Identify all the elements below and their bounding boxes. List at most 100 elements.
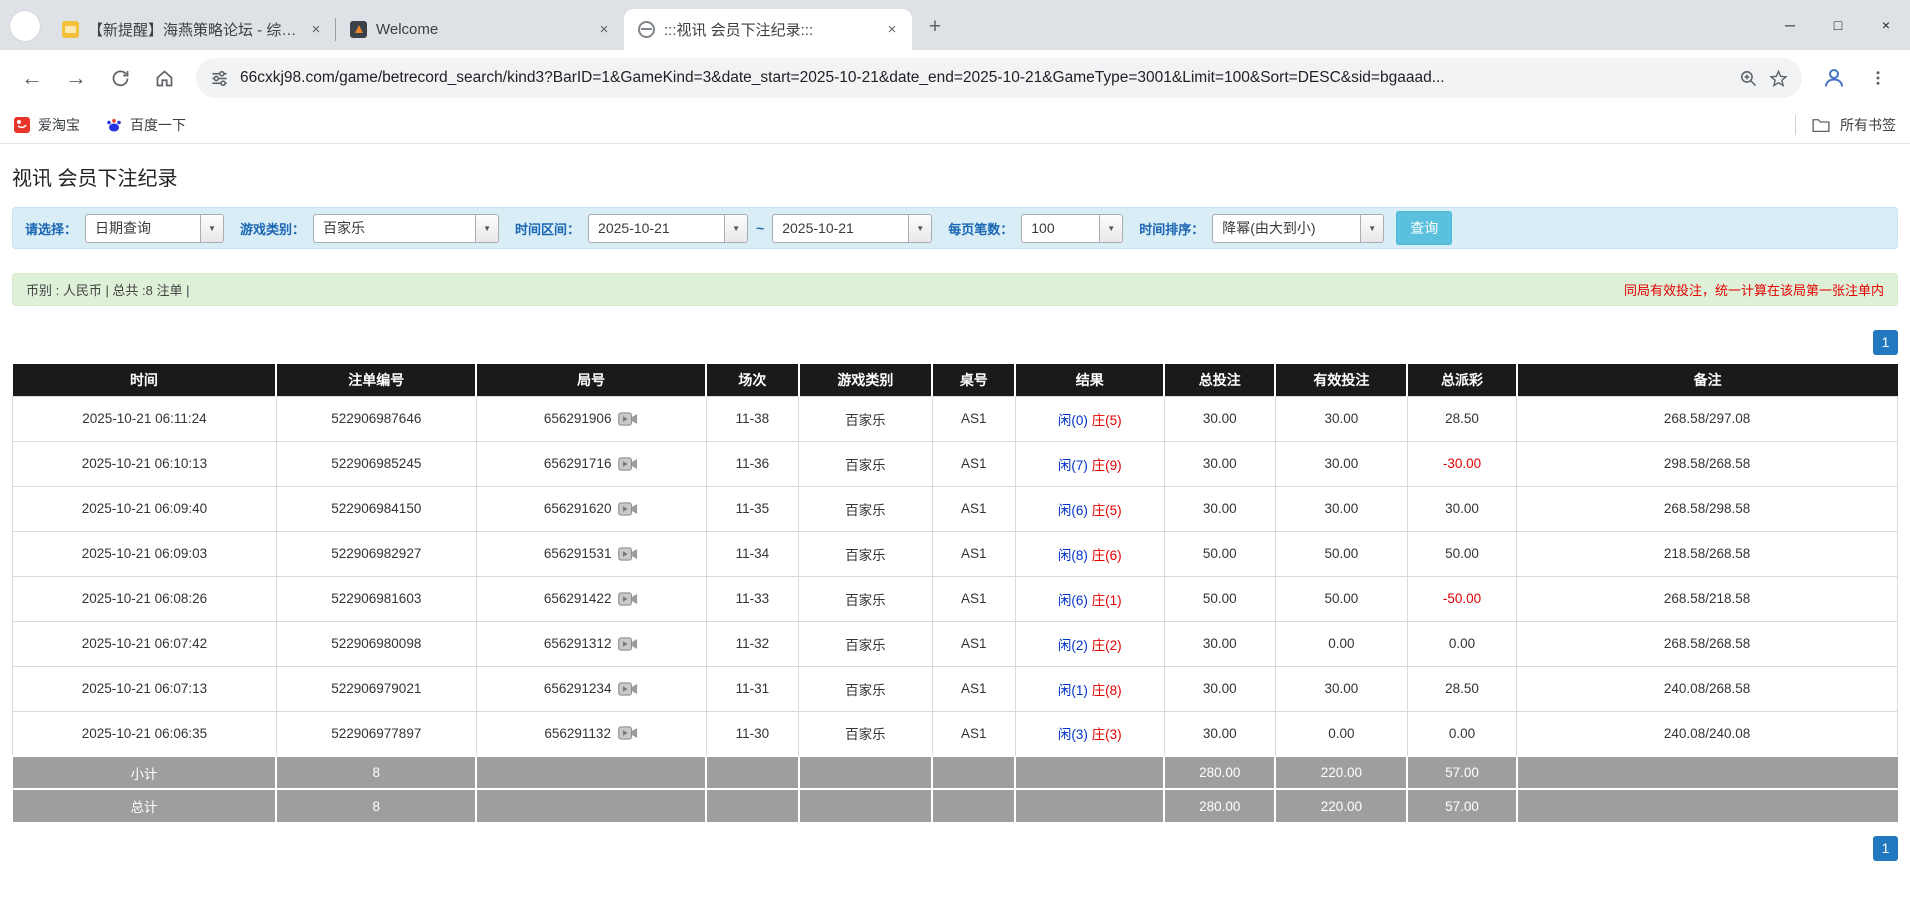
page-number-button[interactable]: 1 [1873,330,1898,355]
back-button[interactable]: ← [12,58,52,98]
chevron-down-icon[interactable] [908,214,932,242]
cell-note: 240.08/240.08 [1516,710,1898,757]
tab-close-icon[interactable]: × [882,20,902,40]
close-button[interactable]: × [1862,0,1910,50]
cell-bet-id: 522906977897 [275,710,477,757]
cell-total-bet[interactable]: 30.00 [1163,710,1276,757]
cell-game-type: 百家乐 [798,665,933,712]
cell-time: 2025-10-21 06:09:40 [12,485,277,532]
cell-result: 闲(0) 庄(5) [1014,395,1165,442]
forward-button[interactable]: → [56,58,96,98]
player-result: 闲(2) [1057,637,1088,653]
cell-total-bet[interactable]: 30.00 [1163,665,1276,712]
cell-session: 11-33 [705,575,800,622]
sort-label: 时间排序： [1139,221,1205,237]
url-text[interactable]: 66cxkj98.com/game/betrecord_search/kind3… [240,69,1728,87]
bookmark-star-icon[interactable] [1769,69,1788,88]
video-replay-icon[interactable] [618,726,638,740]
video-replay-icon[interactable] [618,681,638,696]
cell-bet-id: 522906987646 [275,395,477,442]
cell-valid-bet: 50.00 [1274,575,1408,622]
minimize-button[interactable]: ─ [1766,0,1814,50]
bookmark-taobao[interactable]: 爱淘宝 [14,115,80,135]
search-button[interactable]: 查询 [1396,211,1453,245]
page-number-button[interactable]: 1 [1873,836,1898,861]
cell-table-no: AS1 [931,710,1016,757]
cell-round: 656291716 [475,440,707,487]
cell-valid-bet: 50.00 [1274,530,1408,577]
cell-table-no: AS1 [931,575,1016,622]
window-controls: ─ □ × [1766,0,1910,50]
tab-forum[interactable]: 【新提醒】海燕策略论坛 - 综合... × [48,9,336,50]
round-number: 656291531 [543,546,612,561]
cell-total-bet[interactable]: 50.00 [1163,575,1276,622]
cell-total-bet[interactable]: 30.00 [1163,440,1276,487]
home-button[interactable] [144,58,184,98]
bet-table: 时间 注单编号 局号 场次 游戏类别 桌号 结果 总投注 有效投注 总派彩 备注… [12,364,1898,822]
site-settings-icon[interactable] [210,69,229,88]
subtotal-row: 小计 8 280.00 220.00 57.00 [12,755,1898,789]
header-game-type: 游戏类别 [798,364,934,396]
tab-title: :::视讯 会员下注纪录::: [664,22,814,39]
total-valid-bet: 220.00 [1275,788,1409,822]
tab-close-icon[interactable]: × [306,20,326,40]
total-total-bet: 280.00 [1164,788,1277,822]
cell-result: 闲(6) 庄(1) [1014,575,1165,622]
page-size-select[interactable]: 100 [1021,213,1124,243]
header-valid-bet: 有效投注 [1275,364,1409,396]
refresh-button[interactable] [100,58,140,98]
cell-session: 11-32 [705,620,800,667]
tab-close-icon[interactable]: × [594,20,614,40]
video-replay-icon[interactable] [618,501,638,516]
header-note: 备注 [1516,364,1898,396]
date-end-value: 2025-10-21 [782,220,854,236]
cell-total-bet[interactable]: 30.00 [1163,395,1276,442]
cell-payout: 30.00 [1406,485,1518,532]
tab-welcome[interactable]: Welcome × [335,9,624,50]
baidu-paw-icon [107,118,121,131]
header-result: 结果 [1015,364,1166,396]
date-start-select[interactable]: 2025-10-21 [588,213,749,243]
video-replay-icon[interactable] [618,636,638,651]
cell-payout: -30.00 [1406,440,1518,487]
all-bookmarks[interactable]: 所有书签 [1795,114,1896,135]
video-replay-icon[interactable] [618,411,638,426]
chevron-down-icon[interactable] [200,214,224,242]
player-result: 闲(1) [1057,682,1088,698]
chevron-down-icon[interactable] [1099,214,1123,242]
sort-select[interactable]: 降幂(由大到小) [1212,213,1385,243]
header-payout: 总派彩 [1407,364,1518,396]
query-type-select[interactable]: 日期查询 [85,213,225,243]
cell-time: 2025-10-21 06:06:35 [12,710,277,757]
chevron-down-icon[interactable] [1360,214,1384,242]
chevron-down-icon[interactable] [475,214,499,242]
all-bookmarks-label: 所有书签 [1840,116,1896,133]
game-type-select[interactable]: 百家乐 [313,213,500,243]
cell-result: 闲(6) 庄(5) [1014,485,1165,532]
cell-total-bet[interactable]: 30.00 [1163,620,1276,667]
new-tab-button[interactable]: + [920,12,950,42]
menu-icon[interactable] [1858,58,1898,98]
zoom-icon[interactable] [1739,69,1758,88]
chevron-down-icon[interactable] [724,214,748,242]
player-result: 闲(8) [1057,547,1088,563]
address-bar[interactable]: 66cxkj98.com/game/betrecord_search/kind3… [196,58,1802,98]
cell-game-type: 百家乐 [798,440,933,487]
profile-icon[interactable] [1814,58,1854,98]
maximize-button[interactable]: □ [1814,0,1862,50]
tab-search-button[interactable] [10,11,40,41]
cell-valid-bet: 0.00 [1274,620,1408,667]
video-replay-icon[interactable] [618,591,638,606]
forum-favicon-icon [62,21,79,38]
video-replay-icon[interactable] [618,456,638,471]
video-replay-icon[interactable] [618,546,638,561]
cell-total-bet[interactable]: 50.00 [1163,530,1276,577]
cell-payout: -50.00 [1406,575,1518,622]
subtotal-label: 小计 [12,755,278,789]
cell-session: 11-38 [705,395,800,442]
cell-total-bet[interactable]: 30.00 [1163,485,1276,532]
bookmark-baidu[interactable]: 百度一下 [106,115,186,135]
tab-bet-record[interactable]: :::视讯 会员下注纪录::: × [624,9,912,50]
table-row: 2025-10-21 06:08:26 522906981603 6562914… [12,575,1898,622]
date-end-select[interactable]: 2025-10-21 [772,213,933,243]
